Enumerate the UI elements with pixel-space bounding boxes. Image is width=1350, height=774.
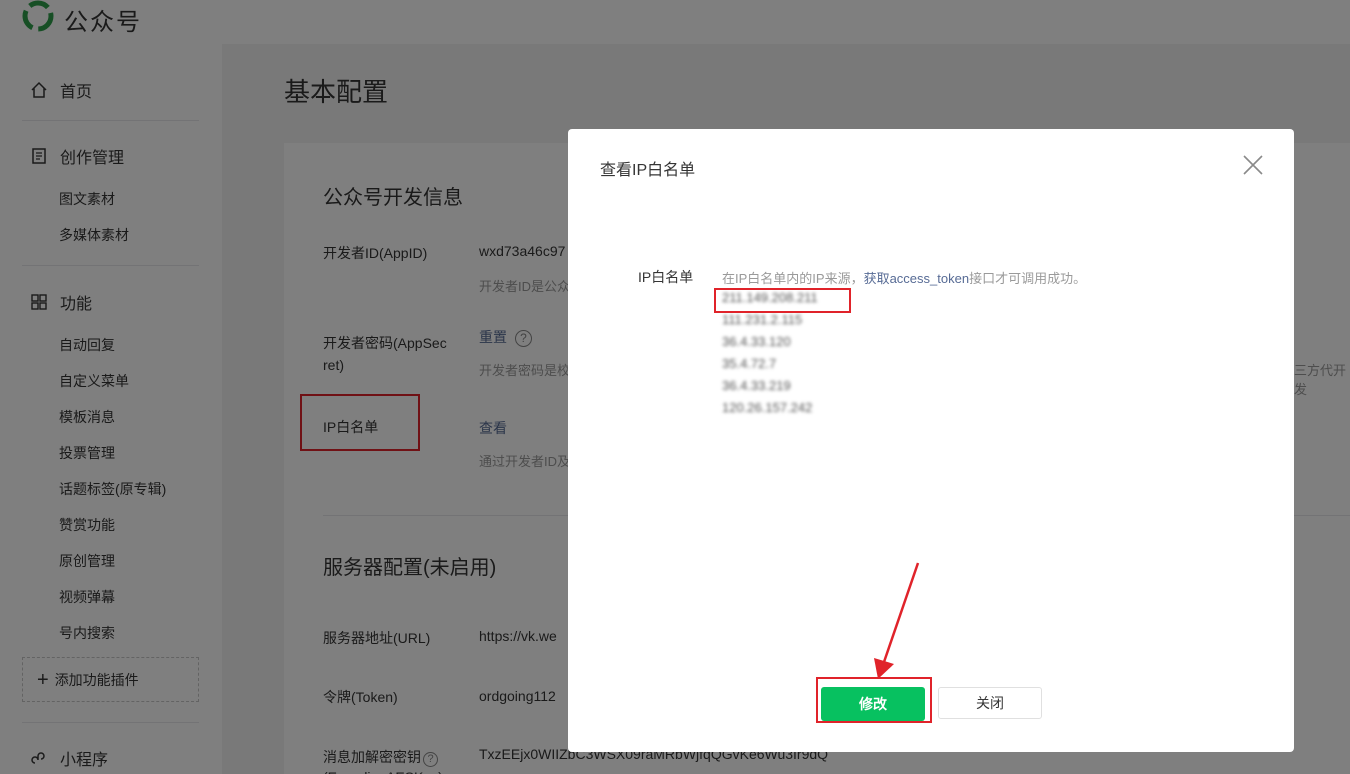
ip-entry: 36.4.33.120	[722, 334, 791, 349]
tip-suffix: 接口才可调用成功。	[969, 271, 1087, 286]
highlight-modify-button	[816, 677, 932, 723]
highlight-first-ip	[714, 288, 851, 313]
ip-whitelist-dialog: 查看IP白名单 IP白名单 在IP白名单内的IP来源，获取access_toke…	[568, 129, 1294, 752]
close-button[interactable]: 关闭	[938, 687, 1042, 719]
dialog-ip-whitelist-label: IP白名单	[638, 269, 694, 285]
ip-entry: 120.26.157.242	[722, 400, 813, 415]
dialog-title: 查看IP白名单	[600, 162, 696, 179]
ip-entry: 111.231.2.115	[722, 312, 803, 327]
access-token-link[interactable]: 获取access_token	[864, 271, 970, 286]
close-icon[interactable]	[1243, 155, 1263, 175]
ip-entry: 35.4.72.7	[722, 356, 777, 371]
tip-prefix: 在IP白名单内的IP来源，	[722, 271, 864, 286]
ip-whitelist-tip: 在IP白名单内的IP来源，获取access_token接口才可调用成功。	[722, 268, 1086, 287]
ip-entry: 36.4.33.219	[722, 378, 791, 393]
